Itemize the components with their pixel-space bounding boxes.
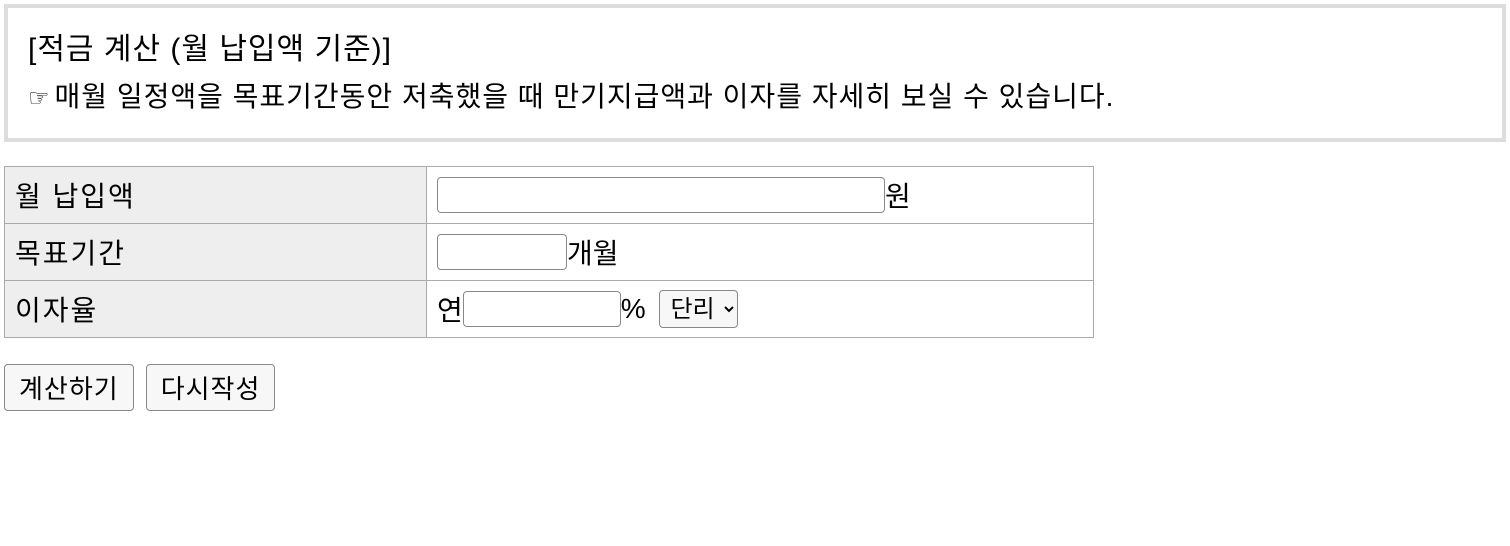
monthly-amount-input[interactable] bbox=[437, 177, 885, 213]
cell-monthly-amount: 원 bbox=[427, 167, 1094, 224]
description-text: 매월 일정액을 목표기간동안 저축했을 때 만기지급액과 이자를 자세히 보실 … bbox=[55, 81, 1115, 112]
label-rate: 이자율 bbox=[5, 281, 427, 338]
header-box: [적금 계산 (월 납입액 기준)] ☞매월 일정액을 목표기간동안 저축했을 … bbox=[4, 4, 1506, 142]
page-title: [적금 계산 (월 납입액 기준)] bbox=[28, 24, 1482, 68]
pointing-hand-icon: ☞ bbox=[28, 81, 51, 117]
form-table: 월 납입액 원 목표기간 개월 이자율 연% 단리 bbox=[4, 166, 1094, 338]
table-row: 이자율 연% 단리 bbox=[5, 281, 1094, 338]
unit-won: 원 bbox=[885, 181, 911, 212]
calculate-button[interactable]: 계산하기 bbox=[4, 364, 134, 411]
period-input[interactable] bbox=[437, 234, 567, 270]
label-period: 목표기간 bbox=[5, 224, 427, 281]
prefix-annual: 연 bbox=[437, 295, 463, 326]
button-row: 계산하기 다시작성 bbox=[4, 364, 1506, 411]
label-monthly-amount: 월 납입액 bbox=[5, 167, 427, 224]
cell-rate: 연% 단리 bbox=[427, 281, 1094, 338]
table-row: 월 납입액 원 bbox=[5, 167, 1094, 224]
unit-percent: % bbox=[621, 293, 646, 324]
interest-type-select[interactable]: 단리 bbox=[659, 290, 738, 328]
reset-button[interactable]: 다시작성 bbox=[146, 364, 276, 411]
table-row: 목표기간 개월 bbox=[5, 224, 1094, 281]
rate-input[interactable] bbox=[463, 291, 621, 327]
cell-period: 개월 bbox=[427, 224, 1094, 281]
description: ☞매월 일정액을 목표기간동안 저축했을 때 만기지급액과 이자를 자세히 보실… bbox=[28, 76, 1482, 118]
unit-months: 개월 bbox=[567, 238, 619, 269]
